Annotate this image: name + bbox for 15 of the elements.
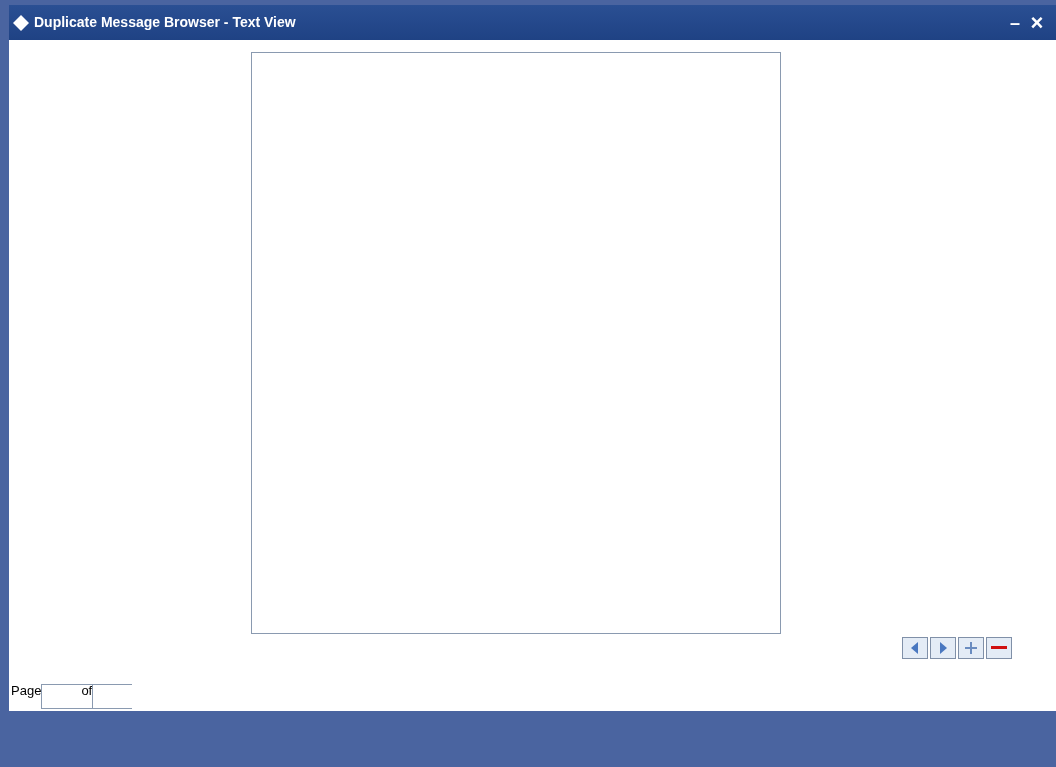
minimize-button[interactable]: – [1004,13,1026,32]
total-pages-field[interactable] [92,684,133,709]
of-label: of [81,684,93,697]
remove-button[interactable] [986,637,1012,659]
add-button[interactable] [958,637,984,659]
previous-button[interactable] [902,637,928,659]
plus-icon [964,641,978,655]
left-arrow-icon [911,642,919,654]
diamond-icon [12,13,30,32]
minus-icon [991,646,1007,650]
window-title: Duplicate Message Browser - Text View [34,13,296,32]
close-button[interactable]: × [1026,11,1048,34]
page-label: Page [11,684,42,697]
right-arrow-icon [939,642,947,654]
next-button[interactable] [930,637,956,659]
